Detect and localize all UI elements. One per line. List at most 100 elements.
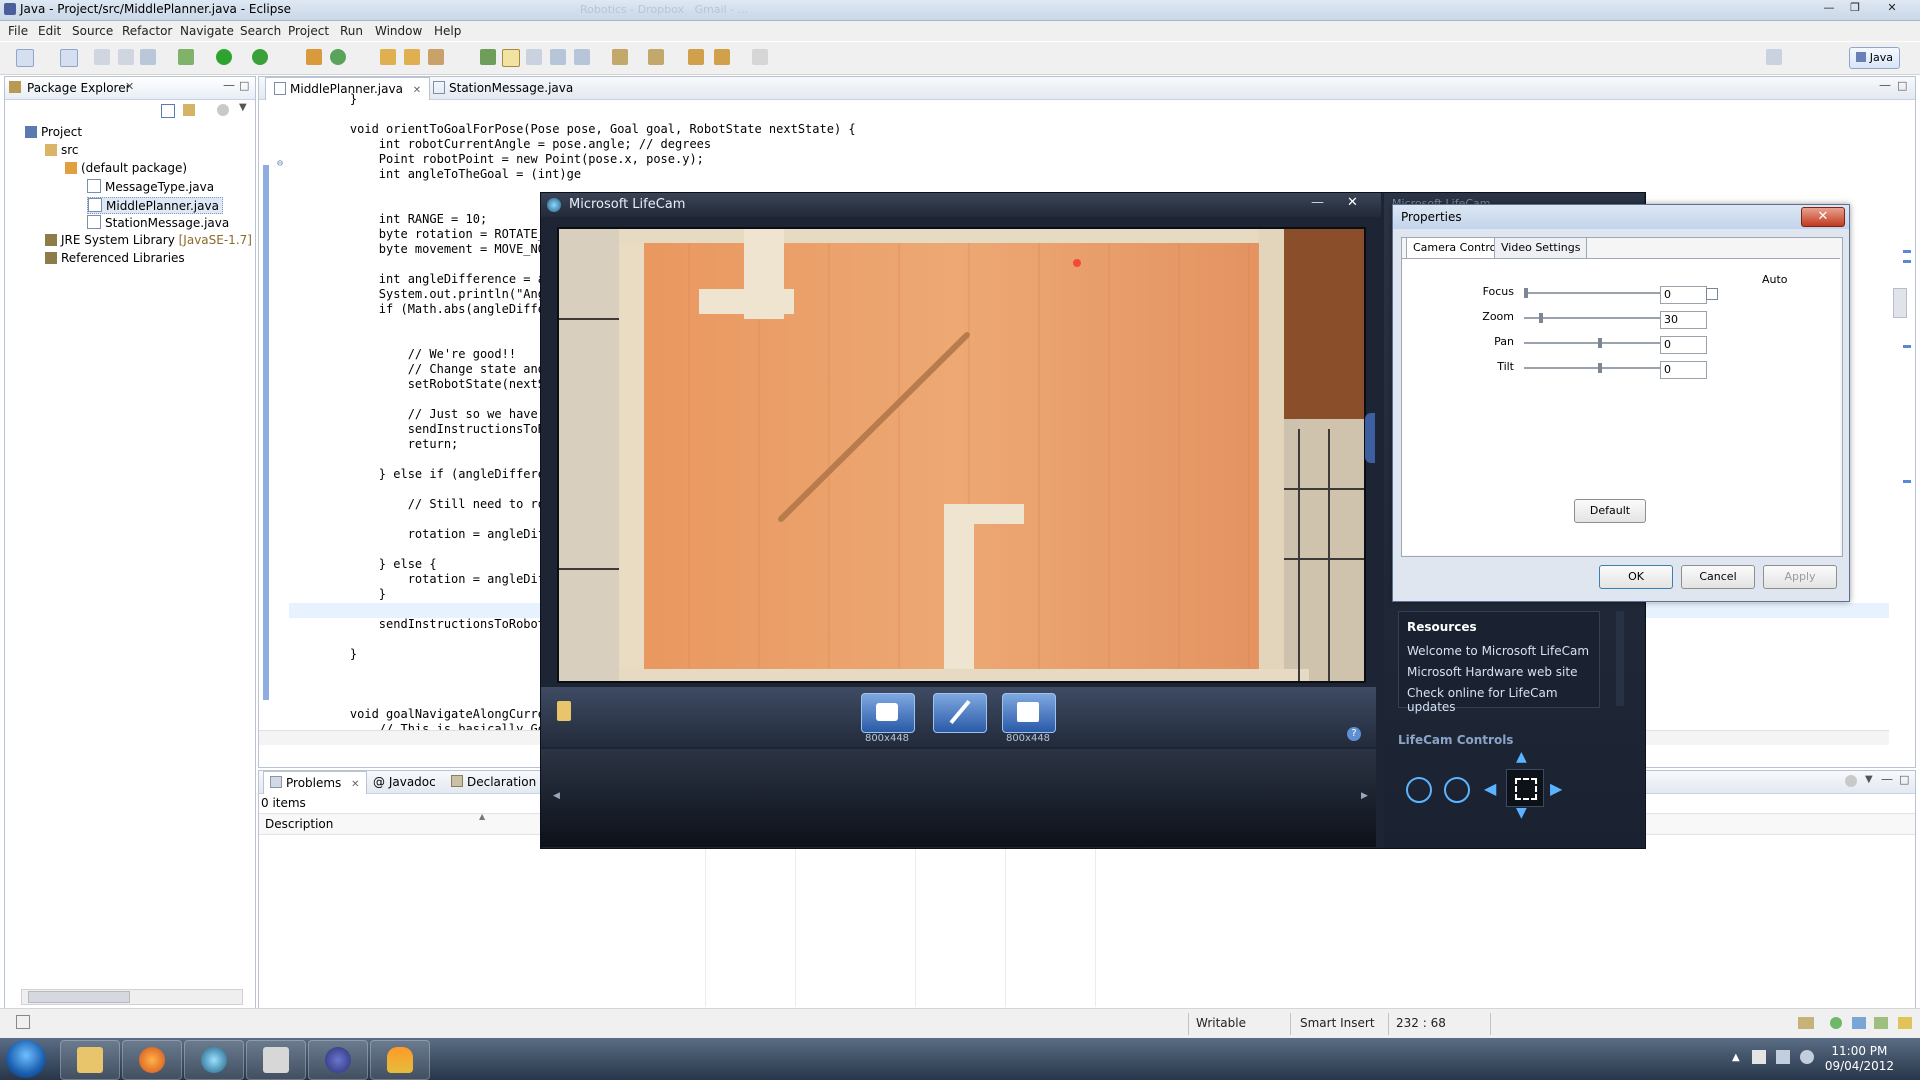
search-icon[interactable] (428, 49, 444, 65)
view-filter-icon[interactable] (217, 104, 229, 116)
slider-thumb[interactable] (1598, 363, 1602, 373)
overview-mark[interactable] (1903, 260, 1911, 263)
slider-thumb[interactable] (1539, 313, 1543, 323)
run-icon[interactable] (216, 49, 232, 65)
open-task-icon[interactable] (404, 49, 420, 65)
taskbar-eclipse[interactable] (308, 1040, 368, 1080)
taskbar-firefox[interactable] (122, 1040, 182, 1080)
close-view-icon[interactable]: ✕ (125, 80, 134, 93)
apply-button[interactable]: Apply (1763, 565, 1837, 589)
resources-scrollbar[interactable] (1616, 611, 1624, 706)
tray-status-icon[interactable] (1874, 1017, 1888, 1029)
control-value-field[interactable]: 0 (1660, 336, 1707, 354)
taskbar-lifecam[interactable] (184, 1040, 244, 1080)
folder-icon[interactable] (557, 701, 571, 721)
menu-refactor[interactable]: Refactor (122, 24, 172, 38)
tab-video-settings[interactable]: Video Settings (1494, 237, 1588, 259)
fast-view-icon[interactable] (16, 1015, 30, 1029)
tree-item-referenced-libraries[interactable]: Referenced Libraries (25, 251, 253, 269)
take-photo-button[interactable] (861, 693, 915, 733)
cancel-button[interactable]: Cancel (1681, 565, 1755, 589)
tilt-up-icon[interactable]: ▲ (1516, 749, 1527, 765)
pan-left-icon[interactable]: ◀ (1484, 779, 1496, 798)
new-package-icon[interactable] (306, 49, 322, 65)
record-video-button[interactable] (1002, 693, 1056, 733)
close-tab-icon[interactable]: ✕ (351, 779, 359, 790)
tab-declaration[interactable]: Declaration (445, 771, 542, 793)
tab-problems[interactable]: Problems ✕ (263, 771, 367, 794)
taskbar-vlc[interactable] (370, 1040, 430, 1080)
menu-project[interactable]: Project (288, 24, 329, 38)
control-slider[interactable] (1524, 317, 1676, 320)
menu-search[interactable]: Search (240, 24, 281, 38)
tray-status-icon[interactable] (1852, 1017, 1866, 1029)
taskbar-explorer[interactable] (60, 1040, 120, 1080)
collapse-all-icon[interactable] (161, 104, 175, 118)
minimize-button[interactable]: — (1818, 1, 1840, 17)
block-selection-icon[interactable] (550, 49, 566, 65)
maximize-button[interactable]: ❐ (1844, 1, 1866, 17)
fold-toggle-icon[interactable]: ⊖ (277, 158, 283, 169)
welcome-link[interactable]: Welcome to Microsoft LifeCam (1407, 644, 1589, 658)
check-updates-link[interactable]: Check online for LifeCam updates (1407, 686, 1599, 714)
auto-checkbox[interactable] (1706, 288, 1718, 300)
close-tab-icon[interactable]: ✕ (413, 85, 421, 96)
show-hidden-icons[interactable]: ▲ (1732, 1052, 1740, 1063)
taskbar-app[interactable] (246, 1040, 306, 1080)
back-icon[interactable] (714, 49, 730, 65)
close-dialog-button[interactable]: ✕ (1801, 207, 1845, 227)
maximize-view-icon[interactable]: □ (239, 79, 249, 92)
menu-help[interactable]: Help (434, 24, 461, 38)
pan-right-icon[interactable]: ▶ (1550, 779, 1562, 798)
maximize-editor-icon[interactable]: □ (1897, 79, 1907, 92)
control-slider[interactable] (1524, 292, 1676, 295)
maximize-view-icon[interactable]: □ (1899, 773, 1909, 786)
panel-toggle-tab[interactable] (1365, 413, 1375, 463)
menu-file[interactable]: File (8, 24, 28, 38)
slider-thumb[interactable] (1598, 338, 1602, 348)
open-type-icon[interactable] (380, 49, 396, 65)
close-window-button[interactable]: ✕ (1872, 1, 1912, 17)
lifecam-close-button[interactable]: ✕ (1347, 195, 1358, 210)
overview-mark[interactable] (1903, 345, 1911, 348)
volume-icon[interactable] (1800, 1050, 1814, 1064)
tray-status-icon[interactable] (1830, 1017, 1842, 1029)
tilt-down-icon[interactable]: ▼ (1516, 805, 1527, 821)
minimize-view-icon[interactable]: — (1881, 772, 1893, 786)
editor-vscroll-thumb[interactable] (1893, 288, 1907, 318)
menu-edit[interactable]: Edit (38, 24, 61, 38)
menu-source[interactable]: Source (72, 24, 113, 38)
mark-occurrences-icon[interactable] (502, 49, 520, 67)
gallery-left-arrow-icon[interactable]: ◀ (553, 791, 560, 801)
tree-item-default-package[interactable]: (default package) (25, 161, 253, 179)
menu-run[interactable]: Run (340, 24, 363, 38)
external-tools-icon[interactable] (252, 49, 268, 65)
annotation-icon[interactable] (480, 49, 496, 65)
zoom-in-icon[interactable] (1444, 777, 1470, 803)
minimize-view-icon[interactable]: — (223, 78, 235, 92)
link-editor-icon[interactable] (183, 104, 195, 116)
forward-icon[interactable] (752, 49, 768, 65)
tree-item-jre[interactable]: JRE System Library [JavaSE-1.7] (25, 233, 253, 251)
toggle-breadcrumb-icon[interactable] (526, 49, 542, 65)
menu-window[interactable]: Window (375, 24, 422, 38)
lifecam-minimize-button[interactable]: — (1311, 195, 1324, 210)
print-icon[interactable] (140, 49, 156, 65)
network-icon[interactable] (1776, 1050, 1790, 1064)
overview-mark[interactable] (1903, 480, 1911, 483)
control-value-field[interactable]: 0 (1660, 361, 1707, 379)
tab-camera-control[interactable]: Camera Control (1406, 237, 1507, 259)
new-wizard-icon[interactable] (60, 49, 78, 67)
tab-stationmessage[interactable]: StationMessage.java (425, 77, 581, 99)
lifecam-gallery-strip[interactable]: ◀ ▶ (541, 749, 1376, 847)
face-track-button[interactable] (1506, 769, 1544, 807)
open-perspective-icon[interactable] (1766, 49, 1782, 65)
view-menu-icon[interactable]: ▼ (239, 102, 247, 113)
package-explorer-title[interactable]: Package Explorer (27, 81, 131, 95)
prev-annotation-icon[interactable] (648, 49, 664, 65)
tray-status-icon[interactable] (1898, 1017, 1912, 1029)
tree-item-src[interactable]: src (25, 143, 253, 161)
package-explorer-hscroll[interactable] (21, 989, 243, 1005)
new-class-icon[interactable] (330, 49, 346, 65)
control-value-field[interactable]: 0 (1660, 286, 1707, 304)
